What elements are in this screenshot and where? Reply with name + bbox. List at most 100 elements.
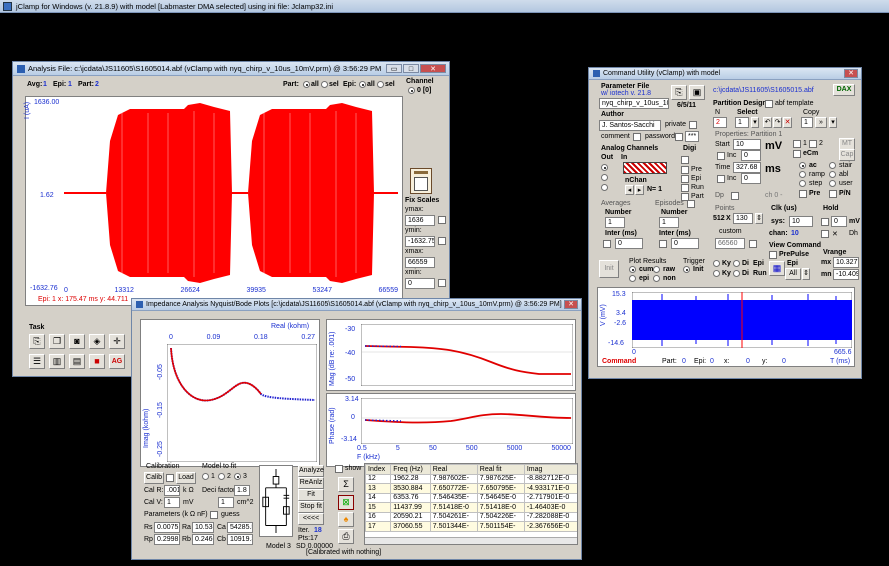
redo-button[interactable]: ↷ [773, 117, 782, 128]
epi-all-radio[interactable] [359, 81, 366, 88]
mx-field[interactable]: 10.3277 [833, 257, 859, 268]
cb-field[interactable]: 10919.3 [227, 534, 253, 545]
episodes-checkbox[interactable] [687, 200, 695, 208]
ymax-field[interactable]: 1636 [405, 215, 435, 226]
comment-checkbox[interactable] [633, 133, 641, 141]
dh-checkbox-1[interactable] [821, 230, 829, 238]
abf-template-checkbox[interactable] [765, 100, 773, 108]
xmin-field[interactable]: 0 [405, 278, 435, 289]
digi-epi-checkbox[interactable] [681, 175, 689, 183]
copy-icon[interactable]: ❐ [49, 334, 65, 349]
analyze-button[interactable]: Analyze [298, 465, 324, 477]
ky-epi-radio[interactable] [713, 260, 720, 267]
analysis-titlebar[interactable]: Analysis File: c:\jcdata\JS11605\S160501… [13, 62, 449, 76]
ecm-checkbox[interactable] [793, 150, 801, 158]
table-scrollbar[interactable] [365, 537, 577, 544]
nyquist-plot[interactable]: Real (kohm) 0 0.09 0.18 0.27 Imag (kohm)… [140, 319, 320, 467]
export-icon[interactable]: ⎙ [338, 529, 354, 544]
step-radio[interactable] [799, 180, 806, 187]
table-row[interactable]: 16 20590.21 7.504261E- 7.504226E- -7.282088E… [365, 511, 577, 522]
copy-down-button[interactable]: ▾ [829, 117, 837, 128]
analysis-maximize-button[interactable]: □ [403, 64, 419, 73]
measure-icon[interactable]: ◈ [89, 334, 105, 349]
r2-checkbox[interactable] [809, 140, 817, 148]
table-icon[interactable]: ▤ [69, 354, 85, 369]
tinit-radio[interactable] [683, 266, 690, 273]
rs-field[interactable]: 0.0075 [154, 522, 180, 533]
open-prm-icon[interactable]: ⎘ [671, 85, 687, 100]
prm-file-field[interactable]: nyq_chirp_v_10us_10m [599, 98, 669, 109]
command-titlebar[interactable]: Command Utility (vClamp) with model [589, 68, 861, 80]
r1-checkbox[interactable] [793, 140, 801, 148]
part-all-radio[interactable] [303, 81, 310, 88]
area-field[interactable]: 1 [218, 497, 234, 508]
analysis-close-button[interactable]: ✕ [420, 64, 446, 73]
channel-radio[interactable] [408, 87, 415, 94]
flame-icon[interactable]: ♠ [338, 512, 354, 527]
password-checkbox[interactable] [675, 133, 683, 141]
avg-number-field[interactable]: 1 [605, 217, 625, 228]
cancel-icon[interactable]: ⊠ [338, 495, 354, 510]
custom-field[interactable]: 66560 [715, 238, 745, 249]
model-1-radio[interactable] [202, 473, 209, 480]
analysis-minimize-button[interactable]: ▭ [386, 64, 402, 73]
cal-v-field[interactable]: 1 [164, 497, 180, 508]
view-spin-button[interactable]: ⇕ [802, 268, 810, 280]
list-icon[interactable]: ☰ [29, 354, 45, 369]
stair-radio[interactable] [829, 162, 836, 169]
phase-plot[interactable]: Phase (rad) 3.14 0 -3.14 0.5 5 50 500 50… [326, 393, 576, 467]
n-field[interactable]: 2 [713, 117, 727, 128]
ramp-radio[interactable] [799, 171, 806, 178]
command-close-button[interactable]: ✕ [844, 69, 858, 78]
digi-run-checkbox[interactable] [681, 184, 689, 192]
ymax-lock-checkbox[interactable] [438, 216, 446, 224]
sys-field[interactable]: 10 [789, 216, 813, 227]
cum-radio[interactable] [629, 266, 636, 273]
magnitude-plot[interactable]: Mag (dB re: .001) -30 -40 -50 [326, 319, 576, 391]
camera-icon[interactable]: ◙ [69, 334, 85, 349]
raw-radio[interactable] [653, 266, 660, 273]
table-row[interactable]: 15 11437.99 7.51418E-0 7.51418E-0 -1.46403E-… [365, 502, 577, 513]
save-prm-icon[interactable]: ▣ [689, 85, 705, 100]
calib-button[interactable]: Calib [144, 472, 164, 484]
back-button[interactable]: <<<< [298, 513, 324, 525]
digi-main-checkbox[interactable] [681, 156, 689, 164]
cursor-icon[interactable]: ✛ [109, 334, 125, 349]
abl-radio[interactable] [829, 171, 836, 178]
delete-partition-button[interactable]: ✕ [783, 117, 792, 128]
fit-button[interactable]: Fit [298, 489, 324, 501]
table-row[interactable]: 12 1962.28 7.987602E- 7.987625E- -8.882712E-… [365, 473, 577, 484]
start-field[interactable]: 10 [733, 139, 761, 150]
ac-radio[interactable] [799, 162, 806, 169]
dax-button[interactable]: DAX [833, 84, 855, 96]
grid-icon[interactable]: ▥ [49, 354, 65, 369]
calib-checkbox[interactable] [166, 474, 174, 482]
ag-icon[interactable]: AG [109, 354, 125, 369]
inc-field[interactable]: 0 [741, 150, 761, 161]
table-header[interactable]: Real [429, 464, 478, 475]
table-header[interactable]: Freq (Hz) [390, 464, 431, 475]
rb-field[interactable]: 0.2466 [192, 534, 214, 545]
out-0-radio[interactable] [601, 164, 608, 171]
hold-field[interactable]: 0 [831, 216, 847, 227]
points-spin-button[interactable]: ⇕ [755, 213, 763, 224]
inc-checkbox[interactable] [717, 152, 725, 160]
select-field[interactable]: 1 [735, 117, 749, 128]
xmin-lock-checkbox[interactable] [438, 279, 446, 287]
model-2-radio[interactable] [218, 473, 225, 480]
time-field[interactable]: 327.68 [733, 162, 761, 173]
out-2-radio[interactable] [601, 184, 608, 191]
avg-inter-checkbox[interactable] [603, 240, 611, 248]
open-file-icon[interactable]: ⎘ [29, 334, 45, 349]
impedance-titlebar[interactable]: Impedance Analysis Nyquist/Bode Plots [c… [132, 299, 581, 311]
pn-checkbox[interactable] [829, 190, 837, 198]
di-run-radio[interactable] [733, 270, 740, 277]
ymin-field[interactable]: -1632.75 [405, 236, 435, 247]
epi-number-field[interactable]: 1 [659, 217, 679, 228]
table-row[interactable]: 17 37060.55 7.501344E- 7.501154E- -2.367656E… [365, 521, 577, 532]
results-table-container[interactable]: Index Freq (Hz) Real Real fit Imag 12 196… [364, 463, 578, 545]
current-plot[interactable]: I (uA) 1636.00 1.62 -1632.76 0 13312 266… [24, 96, 403, 306]
password-field[interactable]: *** [685, 131, 699, 142]
out-1-radio[interactable] [601, 174, 608, 181]
nchan-up-button[interactable]: ▸ [635, 185, 644, 195]
